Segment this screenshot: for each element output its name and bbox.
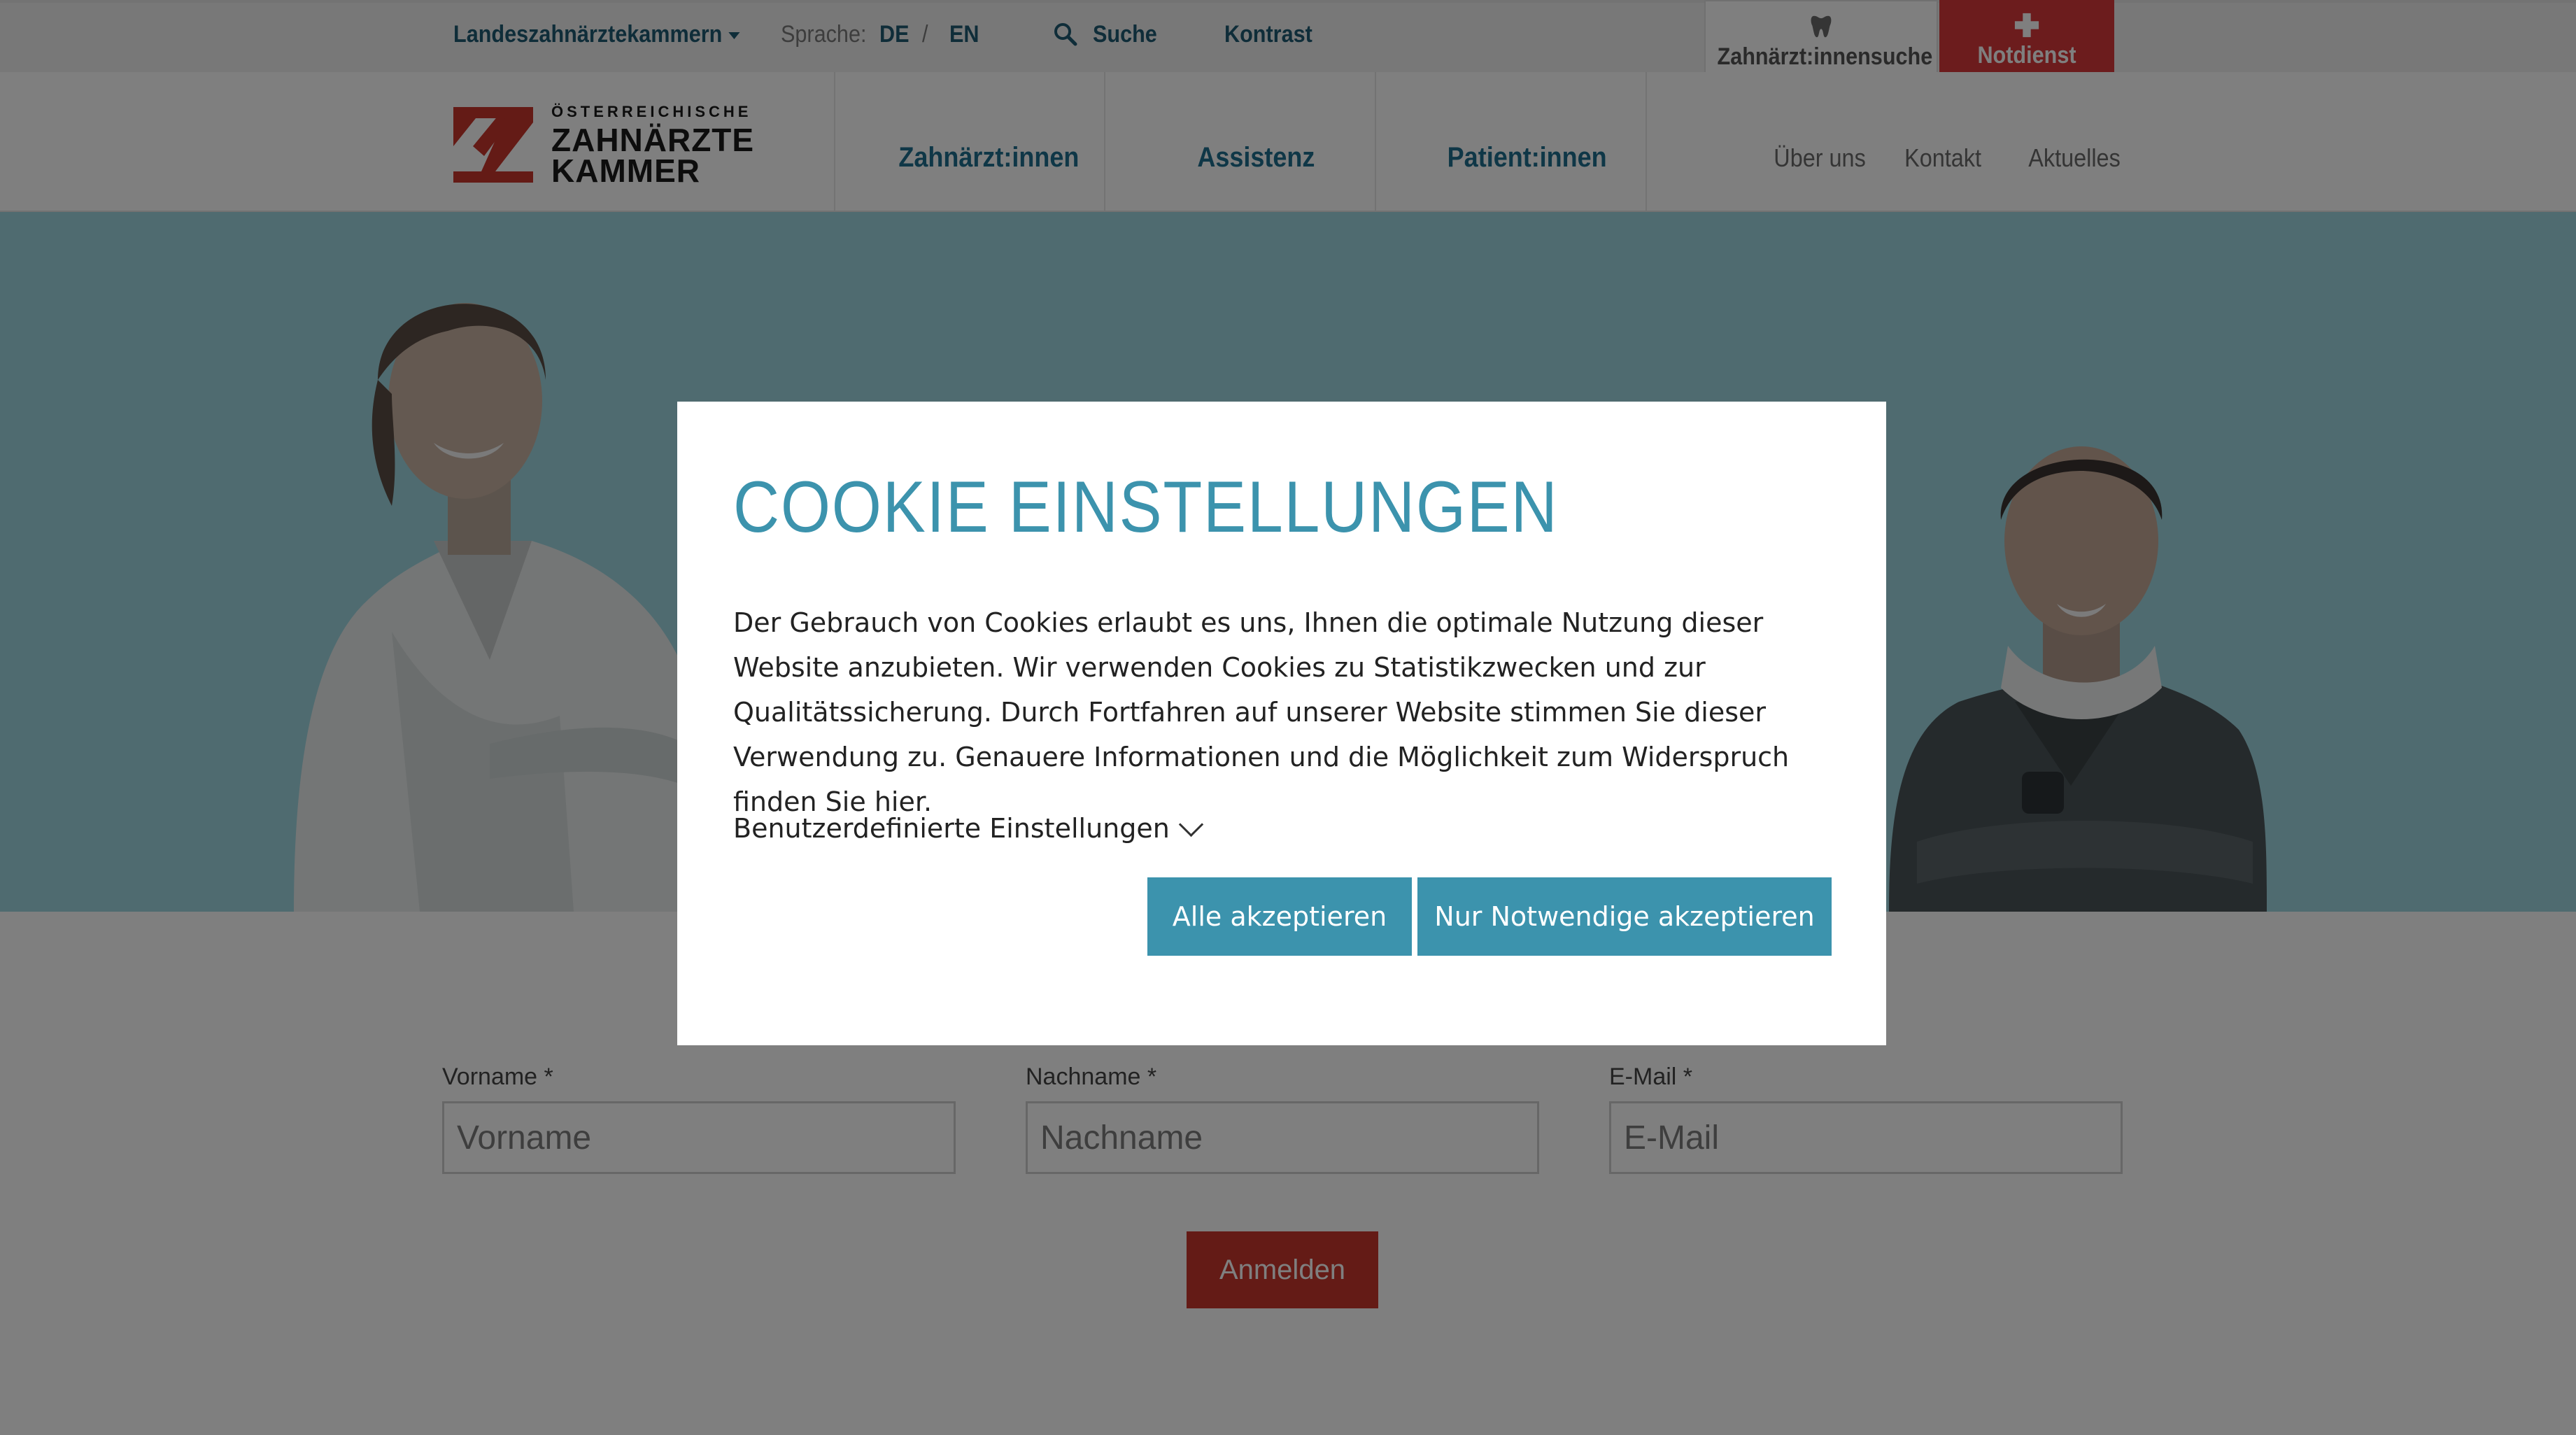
chevron-down-icon <box>1178 812 1204 837</box>
custom-settings-label: Benutzerdefinierte Einstellungen <box>733 813 1170 844</box>
accept-necessary-button[interactable]: Nur Notwendige akzeptieren <box>1417 877 1832 956</box>
page: Landeszahnärztekammern Sprache: DE / EN … <box>0 0 2576 1435</box>
accept-all-button[interactable]: Alle akzeptieren <box>1147 877 1412 956</box>
cookie-dialog-text: Der Gebrauch von Cookies erlaubt es uns,… <box>733 607 1790 817</box>
cookie-dialog-title: COOKIE EINSTELLUNGEN <box>733 467 1559 548</box>
cookie-settings-dialog: COOKIE EINSTELLUNGEN Der Gebrauch von Co… <box>677 402 1886 1045</box>
custom-settings-toggle[interactable]: Benutzerdefinierte Einstellungen <box>733 812 1204 844</box>
